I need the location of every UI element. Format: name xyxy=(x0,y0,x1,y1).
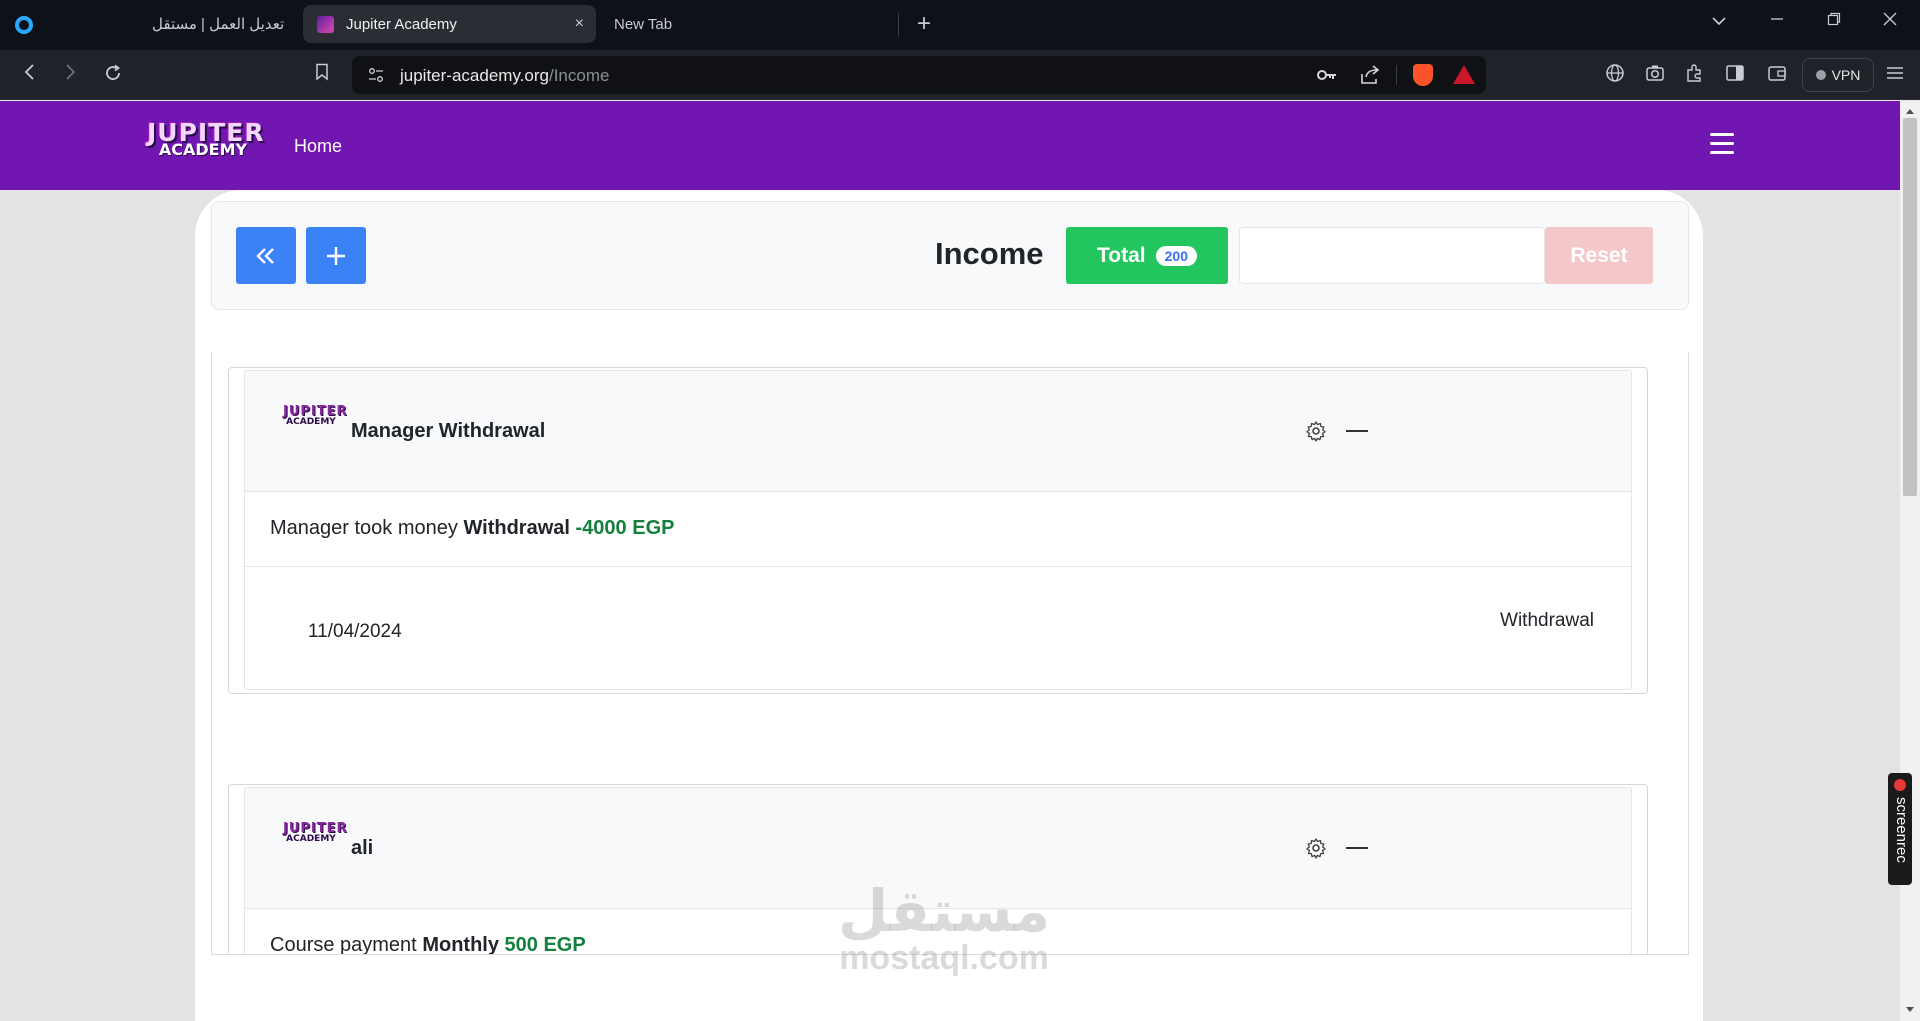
reload-icon[interactable] xyxy=(101,63,125,87)
tab-mostaql[interactable]: تعديل العمل | مستقل xyxy=(152,5,294,43)
sidebar-toggle-icon[interactable] xyxy=(1723,63,1747,87)
total-label: Total xyxy=(1097,243,1146,267)
screenrec-widget[interactable]: screenrec xyxy=(1888,773,1912,885)
logo-line-2: ACADEMY xyxy=(286,834,336,844)
card-description: Manager took money Withdrawal -4000 EGP xyxy=(270,517,674,540)
url-path: /Income xyxy=(548,66,610,85)
tab-title: تعديل العمل | مستقل xyxy=(152,16,285,33)
site-logo[interactable]: JUPITER ACADEMY xyxy=(147,120,264,159)
nav-home-link[interactable]: Home xyxy=(294,136,342,157)
back-icon[interactable] xyxy=(17,63,41,87)
logo-line-2: ACADEMY xyxy=(158,140,248,159)
url-text[interactable]: jupiter-academy.org/Income xyxy=(400,66,609,86)
key-icon[interactable] xyxy=(1316,65,1338,90)
page-title: Income xyxy=(935,236,1044,271)
vpn-status-icon xyxy=(1815,70,1826,80)
minimize-window-icon[interactable] xyxy=(1765,8,1789,32)
gear-icon[interactable] xyxy=(1305,837,1327,859)
wallet-icon[interactable] xyxy=(1765,63,1789,87)
share-icon[interactable] xyxy=(1359,64,1381,91)
close-tab-icon[interactable]: × xyxy=(575,15,584,33)
globe-icon[interactable] xyxy=(1603,63,1627,87)
brave-rewards-icon[interactable] xyxy=(1453,65,1475,84)
card-body: Manager took money Withdrawal -4000 EGP xyxy=(245,492,1631,567)
total-count-badge: 200 xyxy=(1155,245,1197,266)
description-amount: 500 EGP xyxy=(504,934,586,955)
browser-tab-bar: تعديل العمل | مستقل Jupiter Academy × Ne… xyxy=(0,0,1920,50)
gear-icon[interactable] xyxy=(1305,420,1327,442)
bookmark-icon[interactable] xyxy=(310,63,334,87)
extensions-puzzle-icon[interactable] xyxy=(1683,63,1707,87)
search-input[interactable] xyxy=(1239,227,1545,284)
plus-icon xyxy=(327,246,345,265)
card-avatar-logo: JUPITER ACADEMY xyxy=(283,405,347,427)
browser-logo-icon[interactable] xyxy=(15,16,33,34)
reset-button[interactable]: Reset xyxy=(1545,227,1653,284)
card-header: JUPITER ACADEMY Manager Withdrawal xyxy=(245,371,1631,492)
income-list[interactable]: JUPITER ACADEMY Manager Withdrawal Manag… xyxy=(211,352,1689,955)
camera-icon[interactable] xyxy=(1643,63,1667,87)
vpn-label: VPN xyxy=(1831,67,1861,83)
description-prefix: Course payment xyxy=(270,934,417,955)
card-avatar-logo: JUPITER ACADEMY xyxy=(283,822,347,844)
income-card: JUPITER ACADEMY Manager Withdrawal Manag… xyxy=(228,367,1648,694)
forward-icon[interactable] xyxy=(58,63,82,87)
scrollbar-thumb[interactable] xyxy=(1903,118,1917,496)
tab-title: Jupiter Academy xyxy=(346,15,457,33)
total-button[interactable]: Total 200 xyxy=(1066,227,1228,284)
tab-search-chevron-icon[interactable] xyxy=(1707,8,1731,32)
collapse-minus-icon[interactable] xyxy=(1346,430,1368,432)
scroll-up-arrow-icon[interactable] xyxy=(1905,107,1915,115)
description-amount: -4000 EGP xyxy=(575,517,675,539)
income-card-inner: JUPITER ACADEMY Manager Withdrawal Manag… xyxy=(244,370,1632,690)
close-window-icon[interactable] xyxy=(1878,8,1902,32)
description-type: Withdrawal xyxy=(463,517,570,539)
new-tab-button[interactable]: + xyxy=(912,12,936,36)
tab-new-tab[interactable]: New Tab xyxy=(600,5,890,43)
card-footer: 11/04/2024 Withdrawal xyxy=(245,567,1631,689)
url-host: jupiter-academy.org xyxy=(400,66,549,85)
card-title: ali xyxy=(351,837,374,859)
collapse-minus-icon[interactable] xyxy=(1346,847,1368,849)
scroll-down-arrow-icon[interactable] xyxy=(1905,1006,1915,1014)
hamburger-menu-icon[interactable] xyxy=(1710,133,1734,155)
card-category: Withdrawal xyxy=(1500,610,1594,631)
rewind-icon xyxy=(256,247,274,264)
record-dot-icon xyxy=(1894,779,1906,791)
card-description: Course payment Monthly 500 EGP xyxy=(270,934,586,955)
back-button[interactable] xyxy=(236,227,296,284)
tab-divider xyxy=(898,13,899,37)
vpn-button[interactable]: VPN xyxy=(1802,58,1874,92)
card-date: 11/04/2024 xyxy=(308,621,402,642)
url-divider xyxy=(1396,65,1397,85)
tab-title: New Tab xyxy=(614,15,673,33)
watermark-arabic: مستقل xyxy=(838,877,1051,945)
brave-shields-icon[interactable] xyxy=(1413,64,1433,86)
mostaql-watermark: مستقل mostaql.com xyxy=(838,882,1050,977)
restore-window-icon[interactable] xyxy=(1822,8,1846,32)
watermark-domain: mostaql.com xyxy=(839,939,1049,977)
browser-menu-icon[interactable] xyxy=(1883,63,1907,87)
site-settings-icon[interactable] xyxy=(368,67,384,88)
screenrec-label: screenrec xyxy=(1893,797,1910,863)
tab-jupiter-academy[interactable]: Jupiter Academy × xyxy=(303,5,596,43)
address-bar[interactable]: jupiter-academy.org/Income xyxy=(352,56,1486,94)
logo-line-2: ACADEMY xyxy=(286,417,336,427)
add-income-button[interactable] xyxy=(306,227,366,284)
description-type: Monthly xyxy=(422,934,499,955)
jupiter-favicon-icon xyxy=(317,15,334,33)
card-title: Manager Withdrawal xyxy=(351,420,546,442)
site-navbar xyxy=(0,101,1900,190)
description-prefix: Manager took money xyxy=(270,517,458,539)
